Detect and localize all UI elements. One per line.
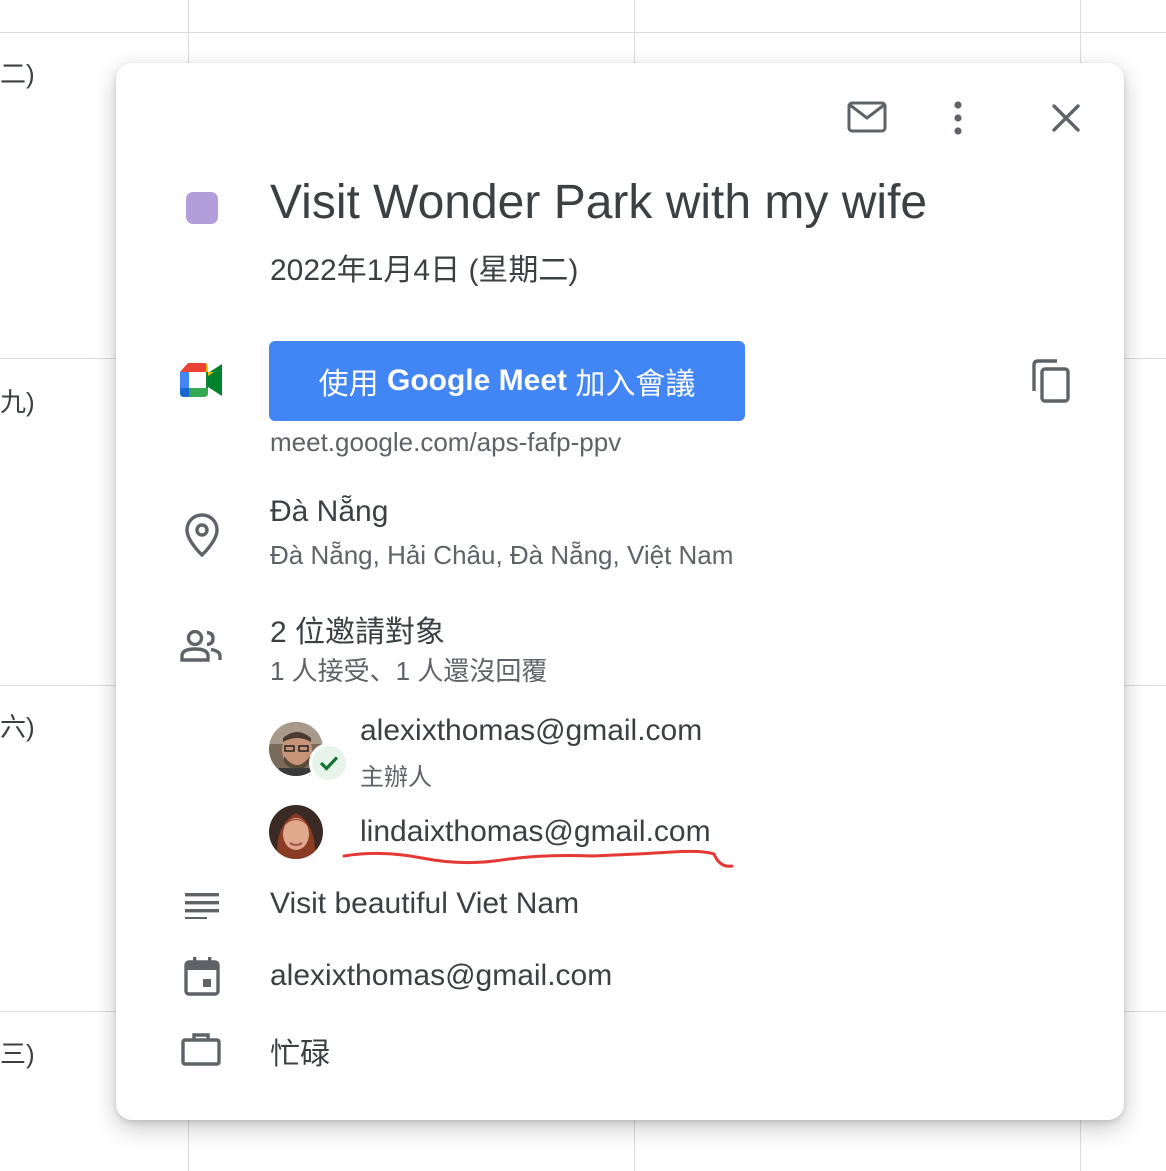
more-vert-icon (954, 101, 962, 135)
day-label: 六) (0, 712, 35, 742)
email-icon (847, 101, 887, 133)
calendar-owner: alexixthomas@gmail.com (270, 959, 613, 992)
event-description: Visit beautiful Viet Nam (270, 887, 580, 920)
calendar-icon (182, 955, 222, 997)
location-name: Đà Nẵng (270, 495, 389, 528)
google-meet-icon (178, 360, 226, 400)
join-meet-brand: Google Meet (386, 364, 567, 397)
check-icon (319, 756, 339, 771)
event-date: 2022年1月4日 (星期二) (270, 254, 579, 287)
guest-email: lindaixthomas@gmail.com (360, 815, 711, 848)
briefcase-icon (180, 1029, 222, 1069)
close-icon (1052, 104, 1080, 132)
day-label: 九) (0, 387, 35, 417)
red-underline-annotation (342, 849, 734, 868)
guest-role: 主辦人 (360, 764, 432, 791)
day-label: 三) (0, 1039, 35, 1069)
avatar (269, 805, 323, 859)
event-details-popup: Visit Wonder Park with my wife 2022年1月4日… (116, 63, 1124, 1120)
availability-status: 忙碌 (270, 1038, 330, 1071)
copy-icon (1032, 359, 1070, 403)
join-meet-suffix: 加入會議 (567, 368, 696, 401)
join-meet-prefix: 使用 (318, 368, 387, 401)
close-button[interactable] (1038, 90, 1094, 146)
guest-email: alexixthomas@gmail.com (360, 714, 703, 747)
guest-response-status: 1 人接受、1 人還沒回覆 (270, 656, 548, 686)
guest-count: 2 位邀請對象 (270, 616, 446, 649)
event-title: Visit Wonder Park with my wife (270, 176, 928, 229)
location-pin-icon (182, 511, 222, 559)
grid-line (0, 32, 1166, 33)
guests-icon (178, 626, 224, 666)
day-label: 二) (0, 59, 35, 89)
location-address: Đà Nẵng, Hải Châu, Đà Nẵng, Việt Nam (270, 540, 734, 570)
join-meet-button[interactable]: 使用 Google Meet 加入會議 (269, 341, 745, 421)
event-color-chip (186, 192, 218, 224)
email-guests-button[interactable] (839, 89, 895, 145)
description-icon (182, 889, 222, 921)
more-options-button[interactable] (930, 90, 986, 146)
copy-meet-link-button[interactable] (1023, 353, 1079, 409)
accepted-badge (309, 743, 349, 783)
meet-url[interactable]: meet.google.com/aps-fafp-ppv (270, 427, 621, 458)
